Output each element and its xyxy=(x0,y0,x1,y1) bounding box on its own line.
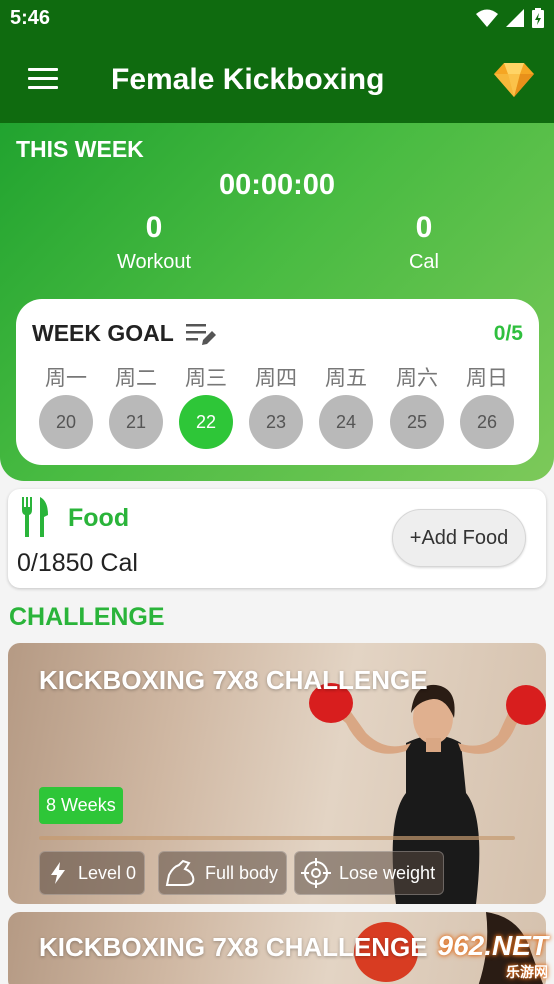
challenge-title: KICKBOXING 7X8 CHALLENGE xyxy=(39,665,428,695)
edit-goal-icon[interactable] xyxy=(186,321,216,347)
status-time: 5:46 xyxy=(10,7,51,29)
day-label: 周二 xyxy=(115,366,157,390)
day-label: 周三 xyxy=(185,366,227,390)
day-date-circle[interactable]: 25 xyxy=(390,395,444,449)
this-week-heading: THIS WEEK xyxy=(16,136,144,162)
add-food-button[interactable]: +Add Food xyxy=(392,509,526,567)
week-goal-card: WEEK GOAL 0/5 周一 20 周二 21 周三 22 周四 23 周五 24 周六 25 周日… xyxy=(16,299,539,465)
week-goal-progress: 0/5 xyxy=(493,322,523,345)
day-label: 周四 xyxy=(255,366,297,390)
body-label: Full body xyxy=(205,862,279,883)
target-icon xyxy=(301,858,331,888)
day-date-circle[interactable]: 23 xyxy=(249,395,303,449)
day-label: 周六 xyxy=(396,366,438,390)
workout-label: Workout xyxy=(116,251,192,273)
challenge-section-title: CHALLENGE xyxy=(9,603,165,631)
workout-stat: 0 Workout xyxy=(74,211,234,274)
duration-badge: 8 Weeks xyxy=(39,787,123,824)
challenge-title: KICKBOXING 7X8 CHALLENGE xyxy=(39,932,428,962)
day-date-circle[interactable]: 22 xyxy=(179,395,233,449)
day-label: 周五 xyxy=(325,366,367,390)
level-tag: Level 0 xyxy=(39,851,146,895)
body-tag: Full body xyxy=(158,851,288,895)
level-label: Level 0 xyxy=(78,862,137,883)
goal-tag: Lose weight xyxy=(294,851,445,895)
flexed-arm-icon xyxy=(165,859,195,886)
fork-knife-icon xyxy=(22,497,48,537)
calories-label: Cal xyxy=(408,251,439,273)
day-date-circle[interactable]: 26 xyxy=(460,395,514,449)
day-label: 周一 xyxy=(45,366,87,390)
day-date-circle[interactable]: 21 xyxy=(109,395,163,449)
food-card[interactable]: Food 0/1850 Cal +Add Food xyxy=(8,489,546,588)
day-date-circle[interactable]: 24 xyxy=(319,395,373,449)
signal-icon xyxy=(506,9,524,27)
status-icons xyxy=(476,8,544,28)
challenge-card[interactable]: KICKBOXING 7X8 CHALLENGE 8 Weeks Level 0… xyxy=(8,643,546,904)
diamond-premium-icon[interactable] xyxy=(494,59,534,99)
week-timer: 00:00:00 xyxy=(218,169,336,201)
status-bar: 5:46 xyxy=(0,0,554,37)
watermark-logo: 962.NET 乐游网 xyxy=(437,930,549,980)
goal-label: Lose weight xyxy=(339,862,436,883)
food-calories: 0/1850 Cal xyxy=(17,549,138,577)
lightning-icon xyxy=(51,862,65,884)
challenge-progress-bar xyxy=(39,836,515,840)
workout-count: 0 xyxy=(145,211,163,244)
food-title: Food xyxy=(68,504,130,532)
wifi-icon xyxy=(476,9,498,27)
app-bar: Female Kickboxing xyxy=(0,37,554,123)
hamburger-menu-icon[interactable] xyxy=(28,68,58,90)
this-week-panel: THIS WEEK 00:00:00 0 Workout 0 Cal WEEK … xyxy=(0,123,554,481)
battery-icon xyxy=(532,8,544,28)
day-label: 周日 xyxy=(466,366,508,390)
day-date-circle[interactable]: 20 xyxy=(39,395,93,449)
calories-count: 0 xyxy=(415,211,433,244)
week-goal-title: WEEK GOAL xyxy=(32,320,174,346)
app-title: Female Kickboxing xyxy=(111,63,385,96)
calories-stat: 0 Cal xyxy=(344,211,504,274)
